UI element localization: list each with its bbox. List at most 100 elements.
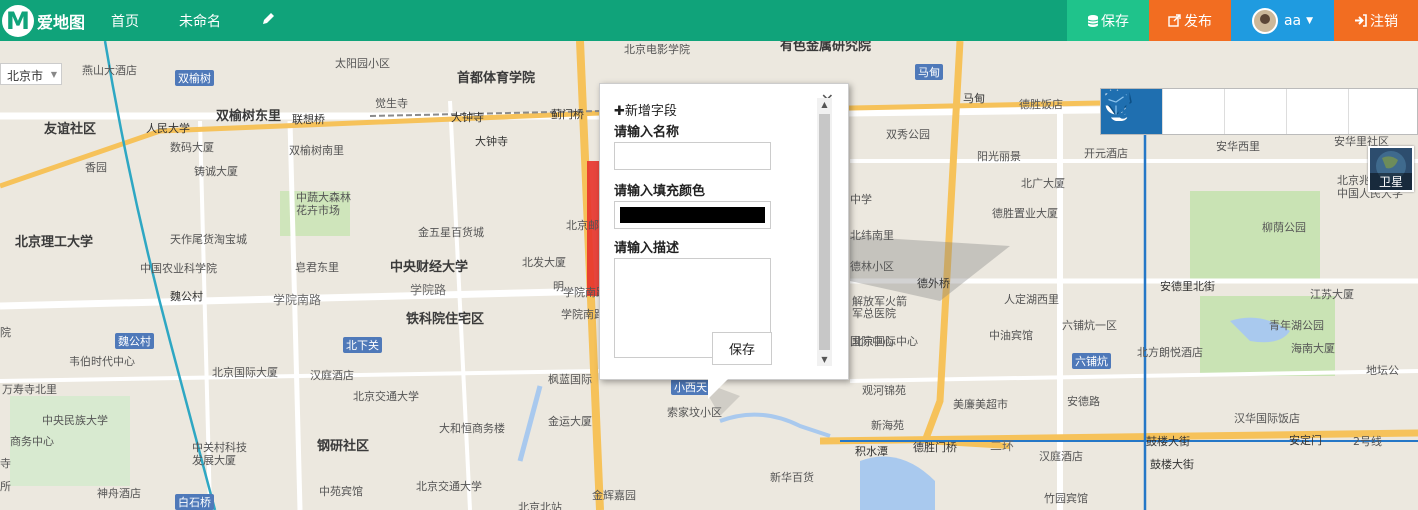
plus-icon: ✚ [614,104,625,119]
map-label: 金辉嘉园 [592,489,636,502]
map-label: 德林小区 [850,260,894,273]
map-label: 花卉市场 [296,204,340,217]
map-label: 铁科院住宅区 [406,312,485,327]
database-icon [1087,14,1099,27]
map-label: 北发大厦 [522,256,566,269]
map-label: 北京北站 [518,501,562,510]
polygon-tool-button[interactable] [1102,89,1225,134]
map-label: 安德路 [1067,395,1100,408]
map-label: 中央民族大学 [42,414,108,427]
map-label: 中苑宾馆 [319,485,363,498]
fill-color-picker[interactable] [614,201,771,229]
edit-title-pencil-icon[interactable] [261,12,275,30]
name-input[interactable] [614,142,771,170]
scroll-thumb[interactable] [819,114,830,350]
rectangle-tool-button[interactable] [1102,89,1411,134]
save-button[interactable]: 保存 [1067,0,1149,41]
map-label: 魏公村 [115,333,154,349]
map-label: 皂君东里 [295,261,339,274]
map-label: 燕山大酒店 [82,64,137,77]
publish-button[interactable]: 发布 [1149,0,1231,41]
map-label: 国际中心 [850,335,894,348]
map-label: 马甸 [963,92,985,105]
map-label: 鼓楼大街 [1150,458,1194,471]
map-label: 索家坟小区 [667,406,722,419]
logout-button[interactable]: 注销 [1334,0,1418,41]
map-label: 双榆树南里 [289,144,344,157]
map-label: 学院南路 [273,293,322,307]
map-label: 青年湖公园 [1269,319,1324,332]
map-label: 安定门 [1289,434,1322,447]
map-label: 安德里北街 [1160,280,1215,293]
map-label: 中油宾馆 [989,329,1033,342]
map-label: 蓟门桥 [551,108,584,121]
fill-color-label: 请输入填充颜色 [614,184,706,199]
city-select[interactable]: 北京市 ▼ [0,63,62,85]
fill-color-swatch [620,207,765,223]
map-label: 双秀公园 [886,128,930,141]
map-label: 北方朗悦酒店 [1137,346,1203,359]
publish-button-label: 发布 [1184,13,1212,30]
map-label: 大钟寺 [451,111,484,124]
map-label: 联想桥 [292,113,325,126]
satellite-toggle[interactable]: 卫星 [1368,146,1414,192]
polyline-tool-button[interactable] [1102,89,1287,134]
map-label: 北京交通大学 [416,480,482,493]
map-label: 军总医院 [852,307,896,320]
map-label: 美廉美超市 [953,398,1008,411]
map-label: 大和恒商务楼 [439,422,505,435]
feature-form-popup: ✕ ✚新增字段 请输入名称 请输入填充颜色 请输入描述 保存 ▲ ▼ [599,83,849,399]
map-label: 北广大厦 [1021,177,1065,190]
map-label: 地坛公 [1366,364,1399,377]
circle-tool-button[interactable] [1102,89,1349,134]
scroll-up-icon: ▲ [821,100,828,109]
map-label: 铸诚大厦 [194,165,238,178]
map-label: 数码大厦 [170,141,214,154]
chevron-down-icon: ▼ [50,70,57,79]
map-label: 学院路 [410,283,447,297]
map-label: 积水潭 [855,445,888,458]
map-label: 天作尾货淘宝城 [170,233,247,246]
map-label: 竹园宾馆 [1044,492,1088,505]
logo-mark: M [2,4,34,37]
map-label: 新海苑 [871,419,904,432]
sign-out-icon [1355,14,1367,27]
caret-down-icon: ▼ [1306,15,1314,26]
app-logo[interactable]: M 爱地图 [2,4,85,37]
map-label: 发展大厦 [192,454,236,467]
map-label: 德胜置业大厦 [992,207,1058,220]
map-label: 人定湖西里 [1004,293,1059,306]
map-label: 北京理工大学 [15,235,94,250]
map-label: 江苏大厦 [1310,288,1354,301]
map-label: 寺 [0,457,11,470]
map-label: 首都体育学院 [457,71,536,86]
map-label: 二环 [990,439,1015,453]
top-bar: M 爱地图 首页 未命名 保存 发布 aa ▼ 注销 [0,0,1418,41]
map-label: 2号线 [1353,435,1382,448]
user-menu[interactable]: aa ▼ [1231,0,1334,41]
map-label: 阳光丽景 [977,150,1021,163]
map-label: 北京电影学院 [624,43,690,56]
external-link-icon [1168,14,1181,27]
map-label: 新华百货 [770,471,814,484]
map-label: 白石桥 [175,494,214,510]
add-field-button[interactable]: ✚新增字段 [614,100,818,119]
map-label: 商务中心 [10,435,54,448]
rectangle-icon [1102,90,1130,118]
popup-save-button[interactable]: 保存 [712,332,772,365]
map-label: 香园 [85,161,107,174]
nav-home[interactable]: 首页 [111,11,139,31]
map-label: 北京国际大厦 [212,366,278,379]
map-title[interactable]: 未命名 [179,11,221,31]
popup-scrollbar[interactable]: ▲ ▼ [817,98,832,366]
map-label: 万寿寺北里 [2,383,57,396]
scroll-down-icon: ▼ [821,355,828,364]
map-label: 中央财经大学 [390,260,469,275]
map-label: 小西天 [671,379,710,395]
draw-toolbar [1100,88,1418,135]
map-label: 鼓楼大街 [1146,435,1190,448]
user-name: aa [1283,12,1302,29]
description-label: 请输入描述 [614,241,680,256]
map-label: 六铺炕 [1072,353,1111,369]
map-label: 北京邮 [566,219,599,232]
